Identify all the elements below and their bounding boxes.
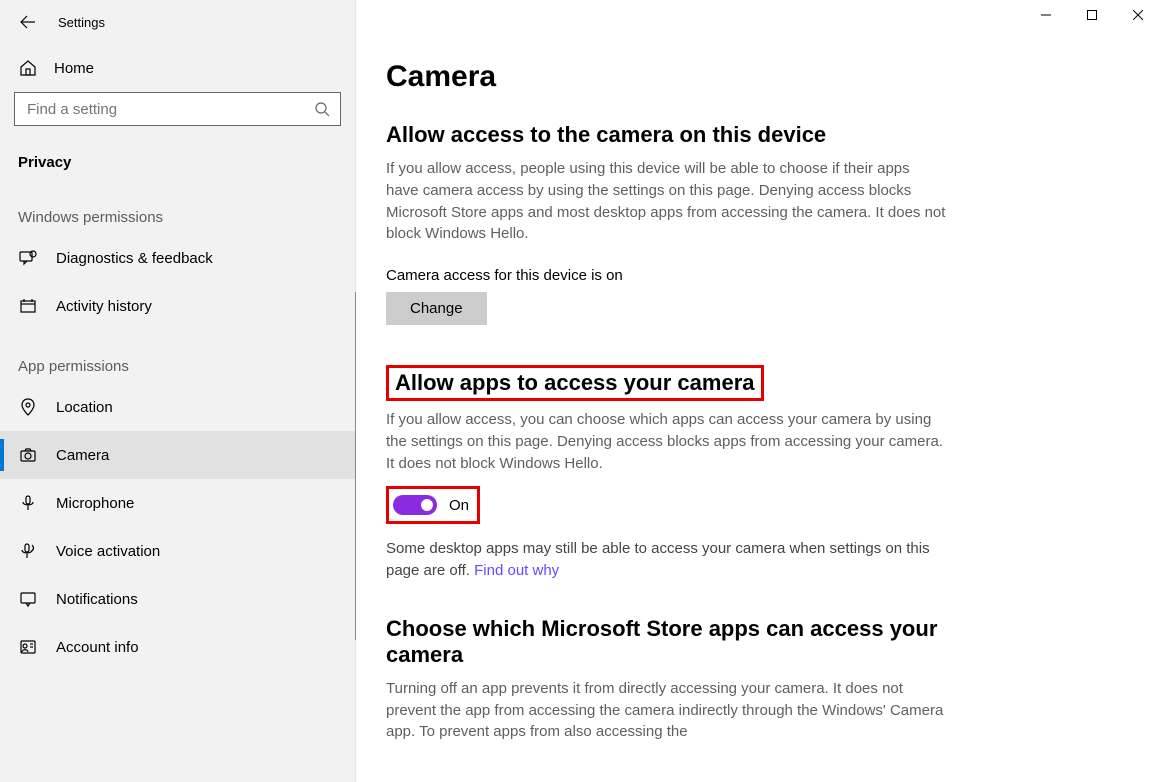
section2-heading: Allow apps to access your camera (395, 370, 755, 395)
section-label-app-permissions: App permissions (0, 330, 355, 383)
camera-access-status: Camera access for this device is on (386, 267, 946, 284)
category-title: Privacy (0, 136, 355, 181)
search-icon (314, 101, 330, 117)
nav-label: Notifications (56, 591, 138, 608)
microphone-icon (18, 493, 38, 513)
sidebar-item-location[interactable]: Location (0, 383, 355, 431)
nav-label: Account info (56, 639, 139, 656)
allow-apps-toggle[interactable] (393, 495, 437, 515)
nav-label: Camera (56, 447, 109, 464)
search-input[interactable] (15, 101, 340, 118)
nav-label: Microphone (56, 495, 134, 512)
notifications-icon (18, 589, 38, 609)
account-icon (18, 637, 38, 657)
nav-label: Voice activation (56, 543, 160, 560)
section1-heading: Allow access to the camera on this devic… (386, 122, 946, 148)
sidebar-item-camera[interactable]: Camera (0, 431, 355, 479)
toggle-state-label: On (449, 497, 469, 514)
feedback-icon (18, 248, 38, 268)
nav-label: Location (56, 399, 113, 416)
section3-description: Turning off an app prevents it from dire… (386, 678, 946, 743)
section1-description: If you allow access, people using this d… (386, 158, 946, 245)
page-title: Camera (386, 60, 946, 94)
highlight-section2-toggle: On (386, 486, 480, 524)
sidebar-item-microphone[interactable]: Microphone (0, 479, 355, 527)
sidebar-item-diagnostics[interactable]: Diagnostics & feedback (0, 234, 355, 282)
location-icon (18, 397, 38, 417)
history-icon (18, 296, 38, 316)
camera-icon (18, 445, 38, 465)
back-button[interactable] (18, 12, 38, 32)
find-out-why-link[interactable]: Find out why (474, 562, 559, 579)
sidebar-item-voice[interactable]: Voice activation (0, 527, 355, 575)
search-box[interactable] (14, 92, 341, 126)
toggle-knob (421, 499, 433, 511)
scrollbar-track[interactable] (355, 292, 356, 640)
main-content: Camera Allow access to the camera on thi… (386, 60, 946, 743)
note-text: Some desktop apps may still be able to a… (386, 540, 930, 579)
voice-icon (18, 541, 38, 561)
window-controls (1023, 0, 1161, 30)
section2-note: Some desktop apps may still be able to a… (386, 538, 946, 582)
home-label: Home (54, 60, 94, 77)
section3-heading: Choose which Microsoft Store apps can ac… (386, 616, 946, 668)
sidebar: Settings Home Privacy Windows permission… (0, 0, 356, 782)
sidebar-item-notifications[interactable]: Notifications (0, 575, 355, 623)
nav-label: Activity history (56, 298, 152, 315)
maximize-button[interactable] (1069, 0, 1115, 30)
sidebar-item-account[interactable]: Account info (0, 623, 355, 671)
minimize-button[interactable] (1023, 0, 1069, 30)
home-icon (18, 58, 38, 78)
window-title: Settings (58, 15, 105, 30)
close-button[interactable] (1115, 0, 1161, 30)
sidebar-item-home[interactable]: Home (0, 44, 355, 92)
highlight-section2-heading: Allow apps to access your camera (386, 365, 764, 401)
section2-description: If you allow access, you can choose whic… (386, 409, 946, 474)
section-label-windows-permissions: Windows permissions (0, 181, 355, 234)
nav-label: Diagnostics & feedback (56, 250, 213, 267)
sidebar-item-activity[interactable]: Activity history (0, 282, 355, 330)
change-button[interactable]: Change (386, 292, 487, 325)
